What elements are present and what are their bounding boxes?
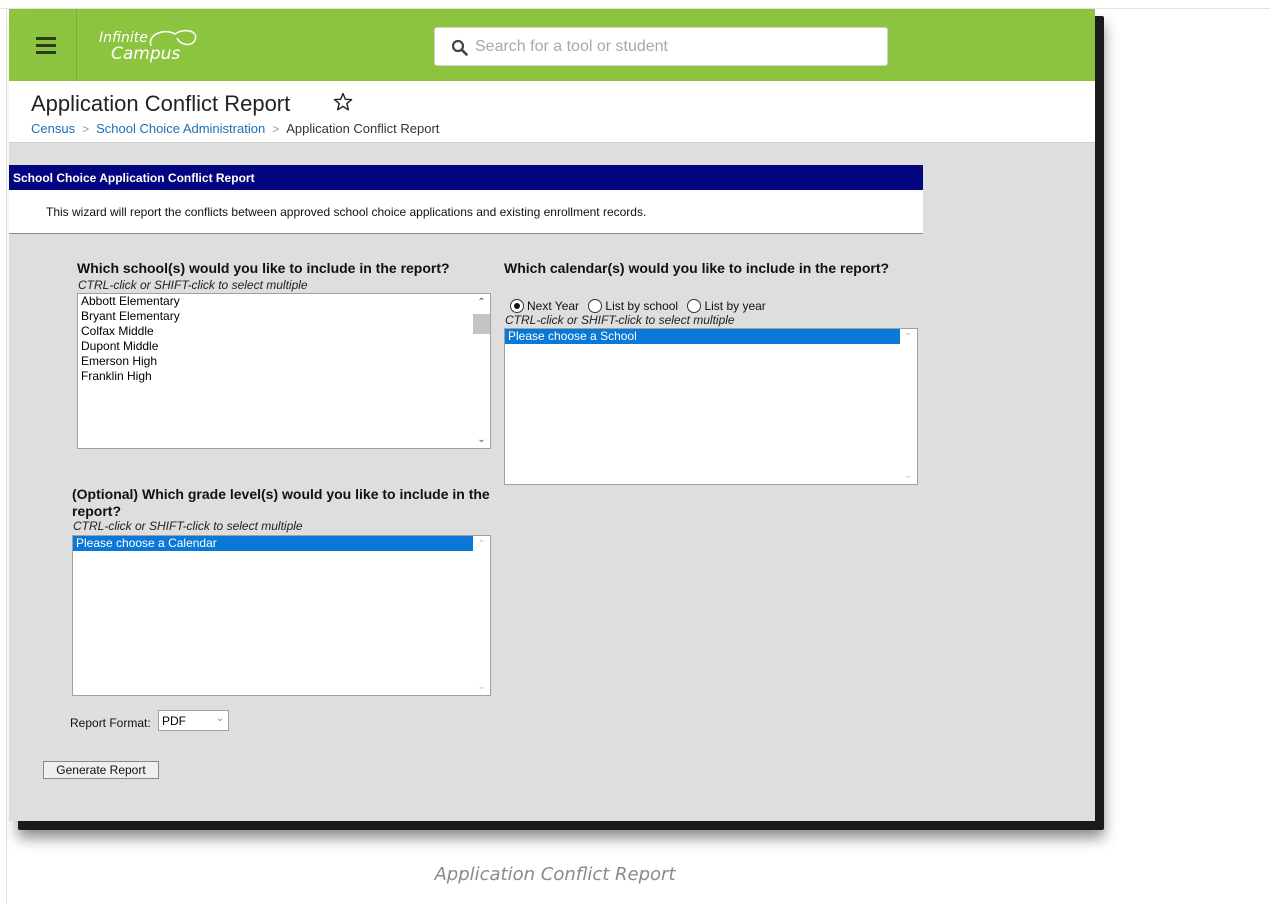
search-icon	[451, 39, 468, 56]
report-format-value: PDF	[162, 714, 186, 728]
grades-hint: CTRL-click or SHIFT-click to select mult…	[73, 519, 303, 533]
schools-question: Which school(s) would you like to includ…	[77, 260, 450, 276]
grade-option[interactable]: Please choose a Calendar	[73, 536, 473, 551]
page-header: Application Conflict Report Census > Schoo…	[9, 81, 1095, 143]
generate-report-button[interactable]: Generate Report	[43, 761, 159, 779]
scroll-up-icon[interactable]: ⌃	[476, 539, 487, 550]
radio-list-by-year[interactable]	[687, 299, 702, 313]
radio-list-by-school-label: List by school	[605, 299, 679, 313]
menu-icon[interactable]	[9, 9, 77, 81]
panel-description: This wizard will report the conflicts be…	[9, 190, 923, 234]
scroll-thumb[interactable]	[473, 314, 490, 334]
breadcrumb-school-choice-administration[interactable]: School Choice Administration	[96, 121, 265, 136]
favorite-star-icon[interactable]	[333, 92, 353, 112]
chevron-down-icon: ⌄	[215, 713, 224, 724]
infinite-campus-logo: Infinite Campus	[99, 26, 219, 66]
breadcrumb-separator-icon: >	[82, 122, 90, 136]
page-left-rule	[6, 8, 7, 904]
logo-swoosh-icon	[149, 29, 197, 47]
school-option[interactable]: Bryant Elementary	[78, 309, 490, 324]
figure-caption: Application Conflict Report	[434, 864, 676, 885]
search-box[interactable]	[434, 27, 888, 66]
scroll-up-icon[interactable]: ⌃	[476, 297, 487, 308]
schools-scrollbar[interactable]: ⌃ ⌄	[473, 294, 490, 448]
radio-next-year[interactable]	[510, 299, 524, 313]
breadcrumb-current: Application Conflict Report	[286, 121, 440, 136]
scroll-up-icon[interactable]: ⌃	[903, 332, 914, 343]
schools-hint: CTRL-click or SHIFT-click to select mult…	[78, 278, 308, 292]
grades-question: (Optional) Which grade level(s) would yo…	[72, 486, 490, 519]
scroll-down-icon[interactable]: ⌄	[903, 470, 914, 481]
calendars-scrollbar[interactable]: ⌃ ⌄	[900, 329, 917, 484]
screenshot-frame: Infinite Campus Application Conflict Rep…	[9, 9, 1095, 821]
report-format-select[interactable]: PDF ⌄	[158, 710, 229, 731]
panel-header: School Choice Application Conflict Repor…	[9, 165, 923, 190]
radio-next-year-label: Next Year	[527, 299, 580, 313]
school-option[interactable]: Dupont Middle	[78, 339, 490, 354]
report-content: School Choice Application Conflict Repor…	[9, 143, 1095, 821]
breadcrumb-census[interactable]: Census	[31, 121, 75, 136]
search-input[interactable]	[475, 28, 875, 65]
top-navigation-bar: Infinite Campus	[9, 9, 1095, 81]
school-option[interactable]: Franklin High	[78, 369, 490, 384]
radio-list-by-year-label: List by year	[704, 299, 766, 313]
page-title: Application Conflict Report	[31, 91, 291, 116]
calendars-listbox[interactable]: Please choose a School ⌃ ⌄	[504, 328, 918, 485]
school-option[interactable]: Emerson High	[78, 354, 490, 369]
calendars-hint: CTRL-click or SHIFT-click to select mult…	[505, 313, 735, 327]
calendar-option[interactable]: Please choose a School	[505, 329, 900, 344]
scroll-down-icon[interactable]: ⌄	[476, 681, 487, 692]
grades-listbox[interactable]: Please choose a Calendar ⌃ ⌄	[72, 535, 491, 696]
school-option[interactable]: Abbott Elementary	[78, 294, 490, 309]
radio-list-by-school[interactable]	[588, 299, 603, 313]
calendars-question: Which calendar(s) would you like to incl…	[504, 260, 890, 276]
breadcrumb: Census > School Choice Administration > Appl…	[31, 121, 439, 136]
report-format-label: Report Format:	[70, 716, 151, 730]
grades-scrollbar[interactable]: ⌃ ⌄	[473, 536, 490, 695]
scroll-down-icon[interactable]: ⌄	[476, 434, 487, 445]
schools-listbox[interactable]: Abbott Elementary Bryant Elementary Colf…	[77, 293, 491, 449]
school-option[interactable]: Colfax Middle	[78, 324, 490, 339]
breadcrumb-separator-icon: >	[272, 122, 280, 136]
calendar-mode-radios: Next Year List by school List by year	[510, 299, 772, 313]
